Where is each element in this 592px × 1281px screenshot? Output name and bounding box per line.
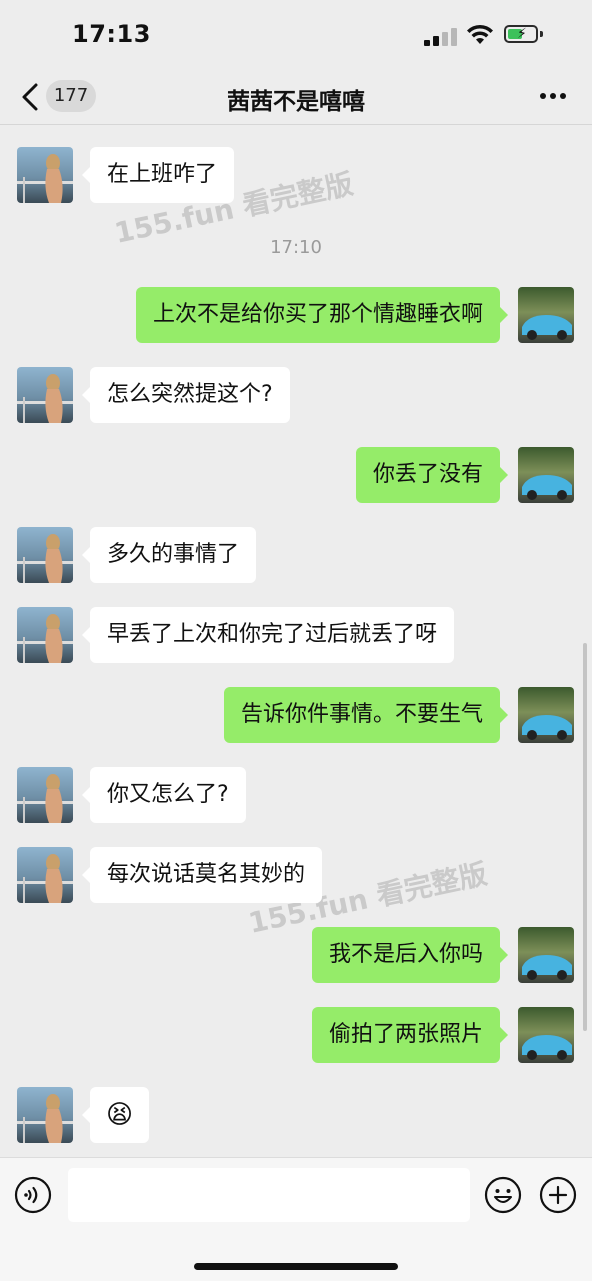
message-bubble-incoming[interactable]: 你又怎么了? — [82, 767, 246, 823]
status-bar: 17:13 ⚡ — [0, 0, 592, 70]
message-bubble-incoming[interactable]: 早丢了上次和你完了过后就丢了呀 — [81, 607, 455, 663]
emoji-icon[interactable] — [484, 1176, 522, 1214]
user-avatar[interactable] — [518, 687, 574, 743]
contact-avatar[interactable] — [17, 147, 73, 203]
message-bubble-outgoing[interactable]: 告诉你件事情。不要生气 — [223, 687, 509, 743]
contact-avatar[interactable] — [17, 1087, 73, 1143]
user-avatar[interactable] — [518, 287, 574, 343]
status-time: 17:13 — [72, 20, 151, 48]
contact-avatar[interactable] — [17, 767, 73, 823]
message-input-bar — [0, 1157, 592, 1281]
home-indicator — [194, 1263, 398, 1270]
message-bubble-incoming[interactable]: 怎么突然提这个? — [82, 367, 290, 423]
contact-avatar[interactable] — [17, 367, 73, 423]
scrollbar[interactable] — [583, 643, 587, 1031]
battery-icon: ⚡ — [504, 25, 538, 43]
contact-avatar[interactable] — [17, 607, 73, 663]
message-bubble-outgoing[interactable]: 上次不是给你买了那个情趣睡衣啊 — [135, 287, 509, 343]
message-bubble-outgoing[interactable]: 偷拍了两张照片 — [311, 1007, 509, 1063]
user-avatar[interactable] — [518, 447, 574, 503]
message-list[interactable]: 155.fun 看完整版 155.fun 看完整版 在上班咋了 17:10 上次… — [0, 125, 592, 1157]
message-bubble-incoming[interactable]: 在上班咋了 — [81, 147, 235, 203]
message-bubble-outgoing[interactable]: 你丢了没有 — [355, 447, 509, 503]
plus-icon[interactable] — [539, 1176, 577, 1214]
contact-name: 茜茜不是嘻嘻 — [227, 89, 365, 115]
contact-avatar[interactable] — [17, 847, 73, 903]
message-bubble-outgoing[interactable]: 我不是后入你吗 — [311, 927, 509, 983]
user-avatar[interactable] — [518, 1007, 574, 1063]
user-avatar[interactable] — [518, 927, 574, 983]
message-input[interactable] — [68, 1168, 470, 1222]
message-timestamp: 17:10 — [270, 237, 322, 258]
more-dots-icon[interactable] — [538, 84, 568, 108]
message-bubble-incoming[interactable]: 每次说话莫名其妙的 — [81, 847, 323, 903]
message-bubble-incoming[interactable]: 多久的事情了 — [81, 527, 257, 583]
wifi-icon — [467, 24, 493, 44]
battery-tip — [540, 31, 543, 37]
cellular-signal-icon — [424, 28, 458, 46]
chat-header: 177 茜茜不是嘻嘻 — [0, 70, 592, 125]
contact-avatar[interactable] — [17, 527, 73, 583]
message-bubble-emoji[interactable]: 😫 — [81, 1087, 150, 1143]
voice-icon[interactable] — [14, 1176, 52, 1214]
